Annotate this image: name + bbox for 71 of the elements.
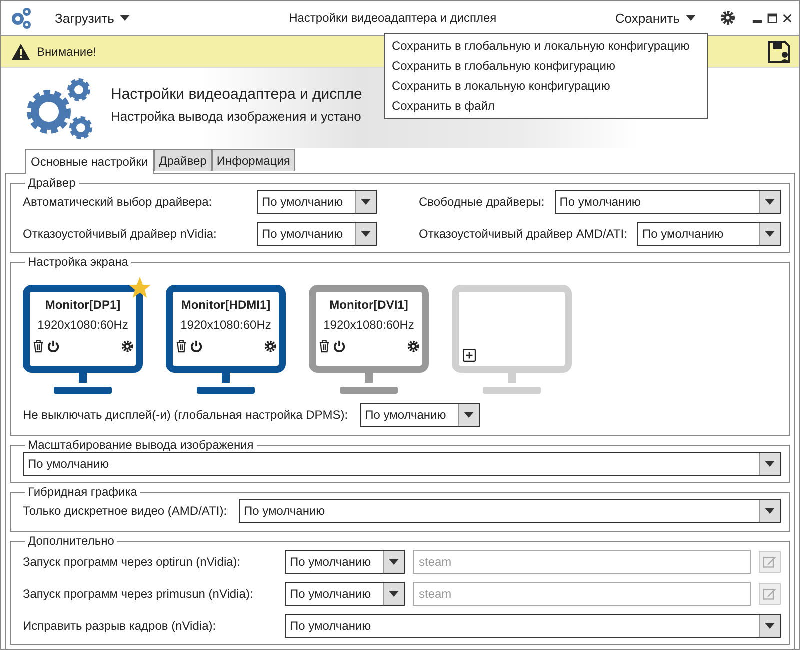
- gears-icon: [9, 6, 33, 30]
- gears-icon: [25, 76, 95, 140]
- edit-icon: [763, 587, 777, 601]
- monitor-stand: [339, 373, 399, 395]
- maximize-icon[interactable]: [767, 12, 778, 24]
- monitor-card[interactable]: Monitor[DP1] 1920x1080:60Hz: [23, 285, 143, 373]
- monitor-card[interactable]: Monitor[DVI1] 1920x1080:60Hz: [309, 285, 429, 373]
- field-label: Отказоустойчивый драйвер AMD/ATI:: [419, 227, 628, 241]
- monitor-resolution: 1920x1080:60Hz: [180, 318, 272, 332]
- power-icon[interactable]: [190, 340, 203, 353]
- field-label: Запуск программ через primusun (nVidia):: [23, 587, 254, 601]
- header-title: Настройки видеоадаптера и диспле: [111, 86, 362, 103]
- monitor-stand: [53, 373, 113, 395]
- dropdown[interactable]: По умолчанию: [285, 550, 405, 574]
- edit-icon: [763, 555, 777, 569]
- menu-item[interactable]: Сохранить в глобальную и локальную конфигурацию: [385, 36, 707, 56]
- group-title: Масштабирование вывода изображения: [27, 438, 255, 452]
- monitor-card[interactable]: Monitor[HDMI1] 1920x1080:60Hz: [166, 285, 286, 373]
- monitor-resolution: 1920x1080:60Hz: [324, 318, 414, 332]
- group-title: Драйвер: [27, 176, 77, 190]
- menu-item[interactable]: Сохранить в локальную конфигурацию: [385, 76, 707, 96]
- monitor-resolution: 1920x1080:60Hz: [38, 318, 128, 332]
- menu-item[interactable]: Сохранить в глобальную конфигурацию: [385, 56, 707, 76]
- dropdown[interactable]: По умолчанию: [637, 222, 781, 246]
- warning-text: Внимание!: [37, 44, 97, 58]
- add-icon[interactable]: [463, 349, 476, 362]
- header-subtitle: Настройка вывода изображения и устано: [111, 109, 362, 124]
- menu-item[interactable]: Сохранить в файл: [385, 96, 707, 116]
- settings-icon[interactable]: [407, 340, 420, 353]
- power-icon[interactable]: [47, 340, 60, 353]
- dropdown[interactable]: По умолчанию: [285, 614, 781, 638]
- field-label: Запуск программ через optirun (nVidia):: [23, 555, 242, 569]
- warning-icon: [11, 42, 31, 60]
- group-title: Дополнительно: [27, 534, 116, 548]
- dropdown[interactable]: По умолчанию: [257, 190, 377, 214]
- trash-icon[interactable]: [175, 340, 188, 353]
- dropdown[interactable]: По умолчанию: [257, 222, 377, 246]
- save-menu-button[interactable]: Сохранить: [611, 8, 700, 28]
- field-label: Только дискретное видео (AMD/ATI):: [23, 504, 228, 518]
- field-label: Свободные драйверы:: [419, 195, 545, 209]
- tab[interactable]: Информация: [212, 149, 296, 171]
- group-title: Гибридная графика: [27, 485, 138, 499]
- settings-icon[interactable]: [720, 10, 736, 26]
- dropdown[interactable]: По умолчанию: [285, 582, 405, 606]
- monitor-name: Monitor[DVI1]: [330, 298, 408, 312]
- dropdown[interactable]: По умолчанию: [360, 403, 480, 427]
- settings-icon[interactable]: [264, 340, 277, 353]
- tab[interactable]: Основные настройки: [25, 149, 154, 174]
- close-icon[interactable]: [782, 12, 793, 24]
- field-label: Отказоустойчивый драйвер nVidia:: [23, 227, 218, 241]
- field-label: Не выключать дисплей(-и) (глобальная настройка DPMS):: [23, 408, 348, 422]
- field-label: Автоматический выбор драйвера:: [23, 195, 214, 209]
- program-field[interactable]: steam: [413, 550, 751, 574]
- tab[interactable]: Драйвер: [154, 149, 212, 171]
- group-title: Настройка экрана: [27, 255, 130, 269]
- trash-icon[interactable]: [32, 340, 45, 353]
- trash-icon[interactable]: [318, 340, 331, 353]
- monitor-stand: [482, 373, 542, 395]
- settings-icon[interactable]: [121, 340, 134, 353]
- power-icon[interactable]: [333, 340, 346, 353]
- field-label: Исправить разрыв кадров (nVidia):: [23, 619, 218, 633]
- dropdown[interactable]: По умолчанию: [23, 452, 781, 476]
- save-user-icon[interactable]: [767, 40, 791, 64]
- dropdown[interactable]: По умолчанию: [554, 190, 781, 214]
- load-menu-button[interactable]: Загрузить: [51, 8, 134, 28]
- dropdown[interactable]: По умолчанию: [239, 499, 781, 523]
- monitor-stand: [196, 373, 256, 395]
- program-field[interactable]: steam: [413, 582, 751, 606]
- window-title: Настройки видеоадаптера и дисплея: [288, 11, 498, 25]
- monitor-name: Monitor[HDMI1]: [181, 298, 271, 312]
- monitor-name: Monitor[DP1]: [45, 298, 121, 312]
